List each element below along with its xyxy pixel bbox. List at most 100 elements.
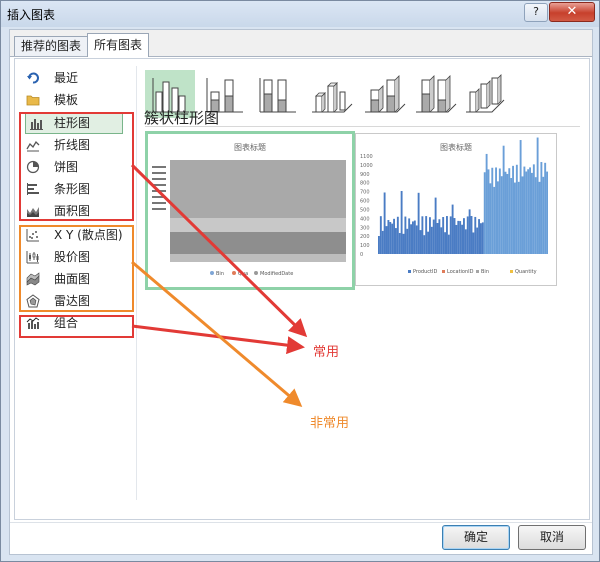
preview-2-bar	[395, 228, 397, 254]
preview-2-bar	[525, 171, 528, 254]
preview-2-bar	[415, 225, 418, 254]
preview-2-y-tick: 1100	[360, 154, 373, 160]
tab-recommended-charts[interactable]: 推荐的图表	[14, 36, 89, 56]
preview-1-legend-2: ModifiedDate	[260, 271, 293, 277]
preview-2-bar	[423, 235, 426, 254]
preview-2-y-tick: 0	[360, 252, 363, 258]
preview-2-bar	[481, 222, 484, 254]
preview-2-bar	[502, 145, 505, 254]
preview-2-bar	[531, 172, 533, 254]
subtype-3d-stacked-column[interactable]	[359, 70, 409, 118]
preview-2-bar	[385, 226, 388, 254]
close-button[interactable]: ✕	[549, 2, 595, 22]
category-templates[interactable]: 模板	[20, 90, 128, 110]
preview-2-bar	[544, 162, 547, 254]
preview-2-bar	[447, 234, 450, 254]
preview-2-legend-swatch	[442, 270, 445, 273]
preview-2-bar	[455, 224, 458, 254]
preview-2-bar	[521, 176, 524, 254]
preview-2-bar	[463, 218, 465, 254]
preview-2-bar	[442, 217, 445, 254]
subtype-heading: 簇状柱形图	[144, 109, 220, 127]
preview-2-bar	[413, 220, 416, 254]
ok-button[interactable]: 确定	[442, 525, 510, 550]
preview-2-bar	[532, 164, 535, 254]
subtype-3d-percent-stacked-column[interactable]	[410, 70, 460, 118]
preview-2-legend-label: Quantity	[515, 269, 537, 275]
preview-2-bar	[489, 183, 492, 254]
3d-stacked-column-icon	[365, 75, 406, 113]
preview-2-bar	[408, 218, 411, 254]
preview-2-bar	[430, 226, 433, 254]
recent-icon	[27, 72, 39, 84]
preview-2-bar	[495, 167, 497, 254]
subtype-percent-stacked-column[interactable]	[252, 70, 302, 118]
preview-2-bar	[432, 219, 435, 254]
chart-preview-1[interactable]: 图表标题 Bin Qua ModifiedDate	[145, 131, 355, 290]
preview-2-bar	[406, 228, 409, 254]
preview-2-y-tick: 1000	[360, 163, 373, 169]
combo-highlight	[19, 315, 134, 338]
preview-2-legend-label: ProductID	[413, 269, 437, 275]
preview-2-y-tick: 200	[360, 234, 370, 240]
preview-2-bar	[483, 172, 486, 254]
footer-divider	[10, 522, 592, 523]
preview-2-bar	[546, 171, 548, 254]
chart-preview-2[interactable]: 图表标题 1100 1000 900 800 700 600 500 400 300 200 100…	[355, 133, 557, 286]
category-label: 模板	[54, 93, 79, 107]
preview-2-y-tick: 900	[360, 172, 370, 178]
preview-2-bar	[389, 222, 392, 254]
preview-2-bar	[493, 186, 496, 254]
subtype-3d-column[interactable]	[462, 70, 512, 118]
subtype-3d-clustered-column[interactable]	[306, 70, 356, 118]
preview-2-bar	[387, 220, 390, 254]
preview-2-bar	[383, 192, 386, 254]
tab-strip: 推荐的图表 所有图表	[10, 30, 592, 57]
dialog-title: 插入图表	[7, 8, 56, 22]
preview-2-bar	[412, 221, 414, 254]
preview-2-bar	[379, 216, 382, 254]
preview-2-bar	[451, 204, 454, 254]
preview-2-bar	[464, 229, 467, 254]
preview-2-bar	[508, 168, 511, 254]
cancel-button[interactable]: 取消	[518, 525, 586, 550]
preview-2-bar	[436, 223, 439, 254]
preview-2-bar	[527, 169, 530, 254]
preview-2-y-tick: 300	[360, 225, 370, 231]
preview-2-bar	[506, 173, 509, 254]
percent-stacked-column-icon	[259, 78, 296, 113]
3d-clustered-column-icon	[312, 82, 353, 113]
folder-icon	[26, 95, 40, 106]
preview-2-bar	[404, 216, 407, 254]
preview-2-bar	[517, 181, 520, 254]
category-recent[interactable]: 最近	[20, 68, 128, 88]
preview-2-bar	[536, 137, 539, 254]
common-group-highlight	[19, 112, 134, 221]
preview-2-bar	[478, 219, 480, 254]
help-button[interactable]: ?	[524, 3, 548, 22]
preview-2-bar	[497, 181, 499, 254]
preview-2-bar	[514, 182, 516, 254]
3d-percent-stacked-column-icon	[416, 75, 457, 113]
category-label: 最近	[54, 71, 79, 85]
preview-2-bar	[476, 227, 479, 254]
preview-2-bar	[515, 164, 518, 254]
preview-2-legend-swatch	[476, 270, 479, 273]
preview-2-bar	[519, 140, 522, 254]
preview-2-bar	[419, 230, 422, 254]
preview-2-bar	[427, 231, 429, 254]
preview-2-bar	[540, 162, 543, 254]
preview-2-bar	[440, 227, 443, 254]
preview-2-bar	[438, 219, 441, 254]
preview-2-bar	[391, 223, 394, 254]
title-bar: 插入图表 ? ✕	[1, 1, 599, 27]
tab-all-charts[interactable]: 所有图表	[87, 33, 150, 57]
preview-2-bar	[444, 232, 446, 254]
preview-2-bar	[421, 216, 424, 254]
preview-2-bar	[457, 220, 460, 254]
preview-1-legend-0: Bin	[216, 271, 224, 277]
preview-2-bar	[470, 216, 473, 254]
preview-2-bar	[449, 216, 452, 254]
preview-2-bar	[400, 191, 403, 254]
preview-2-bar	[500, 176, 503, 254]
